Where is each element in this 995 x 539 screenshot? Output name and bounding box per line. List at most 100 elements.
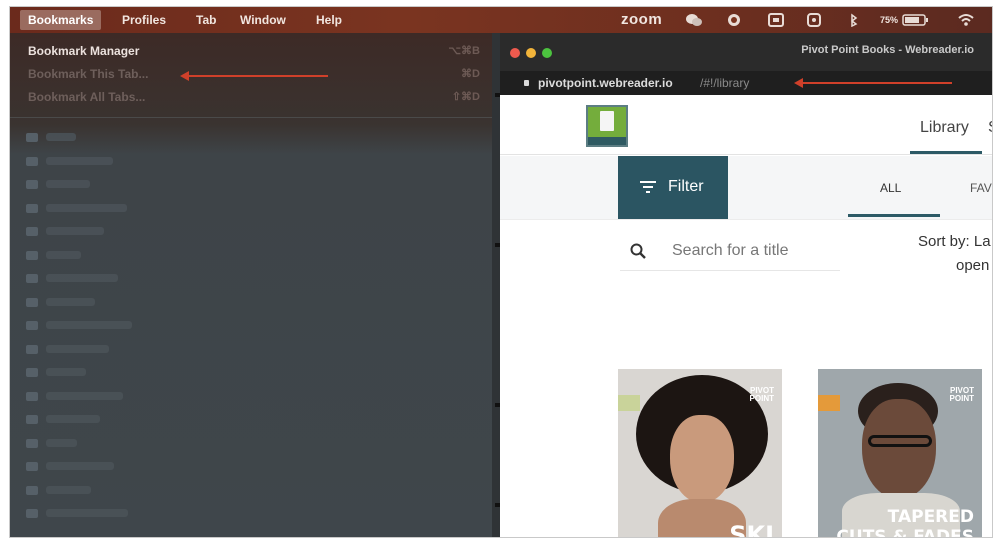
cover-brand: PIVOT POINT (749, 386, 774, 403)
nav-active-indicator (910, 151, 982, 154)
list-item[interactable] (46, 203, 127, 212)
filter-button[interactable]: Filter (618, 156, 728, 219)
list-item[interactable] (46, 227, 104, 235)
folder-icon (26, 297, 38, 307)
cover-title: SKI (729, 521, 774, 538)
menu-tab[interactable]: Tab (188, 7, 224, 33)
book-cover[interactable]: PIVOT POINT SKI (618, 369, 782, 538)
menu-item-bookmark-all-tabs[interactable]: Bookmark All Tabs... (28, 86, 145, 108)
window-title: Pivot Point Books - Webreader.io (801, 44, 974, 56)
menu-window[interactable]: Window (232, 7, 294, 33)
wifi-icon[interactable] (958, 13, 974, 27)
close-window-button[interactable] (510, 48, 520, 58)
filter-icon (640, 181, 656, 193)
list-item[interactable] (46, 391, 123, 400)
tab-all[interactable]: ALL (880, 181, 901, 195)
list-item[interactable] (46, 438, 77, 447)
url-path: /#!/library (700, 76, 750, 90)
folder-icon (26, 227, 38, 236)
cloud-icon[interactable] (726, 13, 742, 27)
folder-icon (26, 274, 38, 283)
address-bar[interactable]: pivotpoint.webreader.io /#!/library (500, 71, 992, 95)
browser-window: Pivot Point Books - Webreader.io pivotpo… (500, 33, 992, 538)
folder-icon (26, 391, 38, 401)
list-item[interactable] (46, 462, 114, 470)
cover-tag (818, 395, 840, 411)
minimize-window-button[interactable] (526, 48, 536, 58)
filter-bar: Filter ALL FAV (500, 156, 992, 220)
cover-title-line1: TAPERED (887, 507, 974, 527)
menu-bar: Bookmarks Profiles Tab Window Help zoom … (10, 7, 992, 33)
list-item[interactable] (46, 274, 118, 282)
nav-library[interactable]: Library (920, 119, 969, 137)
annotation-arrow (188, 75, 328, 77)
tab-active-indicator (848, 214, 940, 217)
glasses-icon (868, 435, 932, 447)
wechat-icon[interactable] (686, 13, 702, 27)
url-host: pivotpoint.webreader.io (538, 76, 673, 90)
cover-title-line2: CUTS & FADES (836, 527, 974, 538)
bluetooth-icon[interactable] (846, 13, 862, 27)
folder-icon (26, 368, 38, 377)
shield-icon[interactable] (806, 13, 822, 27)
menu-divider (10, 117, 492, 118)
folder-icon (26, 180, 38, 189)
folder-icon (26, 415, 38, 424)
cover-tag (618, 395, 640, 411)
maximize-window-button[interactable] (542, 48, 552, 58)
menu-help[interactable]: Help (308, 7, 350, 33)
list-item[interactable] (46, 133, 76, 141)
title-bar: Pivot Point Books - Webreader.io (500, 33, 992, 71)
list-item[interactable] (46, 368, 86, 376)
book-cover[interactable]: PIVOT POINT TAPERED CUTS & FADES (818, 369, 982, 538)
search-placeholder: Search for a title (672, 242, 789, 259)
folder-icon (26, 462, 38, 471)
bookmarks-dropdown: Bookmark Manager ⌥⌘B Bookmark This Tab..… (10, 33, 492, 537)
folder-icon (26, 250, 38, 260)
folder-icon (26, 344, 38, 354)
list-item[interactable] (46, 415, 100, 423)
list-item[interactable] (46, 321, 132, 329)
search-icon (630, 243, 646, 259)
list-item[interactable] (46, 344, 109, 353)
tab-favorites[interactable]: FAV (970, 181, 992, 195)
menu-item-bookmark-manager[interactable]: Bookmark Manager (28, 40, 139, 62)
folder-icon (26, 156, 38, 166)
cover-photo (862, 399, 936, 499)
screen: Bookmarks Profiles Tab Window Help zoom … (9, 6, 993, 538)
menu-item-bookmark-this-tab[interactable]: Bookmark This Tab... (28, 63, 148, 85)
shortcut-bookmark-all-tabs: ⇧⌘D (451, 91, 480, 103)
zoom-status[interactable]: zoom (621, 7, 662, 33)
folder-icon (26, 203, 38, 213)
search-input[interactable]: Search for a title (620, 231, 840, 271)
battery-icon[interactable] (902, 13, 930, 27)
annotation-arrow-head (794, 78, 803, 88)
folder-icon (26, 438, 38, 448)
screen-icon[interactable] (768, 13, 784, 27)
lock-icon (524, 80, 529, 86)
shortcut-bookmark-manager: ⌥⌘B (448, 45, 480, 57)
nav-next-item[interactable]: S (988, 119, 992, 137)
list-item[interactable] (46, 156, 113, 165)
menu-bookmarks[interactable]: Bookmarks (20, 10, 102, 30)
pivot-point-logo[interactable] (586, 105, 628, 147)
battery-percent: 75% (880, 15, 899, 25)
annotation-arrow (802, 82, 952, 84)
list-item[interactable] (46, 250, 81, 259)
list-item[interactable] (46, 297, 95, 306)
folder-icon (26, 133, 38, 142)
list-item[interactable] (46, 509, 128, 517)
shortcut-bookmark-this-tab: ⌘D (461, 68, 480, 80)
sort-label[interactable]: Sort by: La (918, 233, 991, 250)
list-item[interactable] (46, 485, 91, 494)
filter-label: Filter (668, 178, 704, 195)
folder-icon (26, 485, 38, 495)
annotation-arrow-head (180, 71, 189, 81)
folder-icon (26, 509, 38, 518)
sort-value[interactable]: open (956, 257, 989, 274)
cover-brand: PIVOT POINT (949, 386, 974, 403)
list-item[interactable] (46, 180, 90, 188)
page-header: Library S (500, 95, 992, 155)
folder-icon (26, 321, 38, 330)
menu-profiles[interactable]: Profiles (114, 7, 174, 33)
